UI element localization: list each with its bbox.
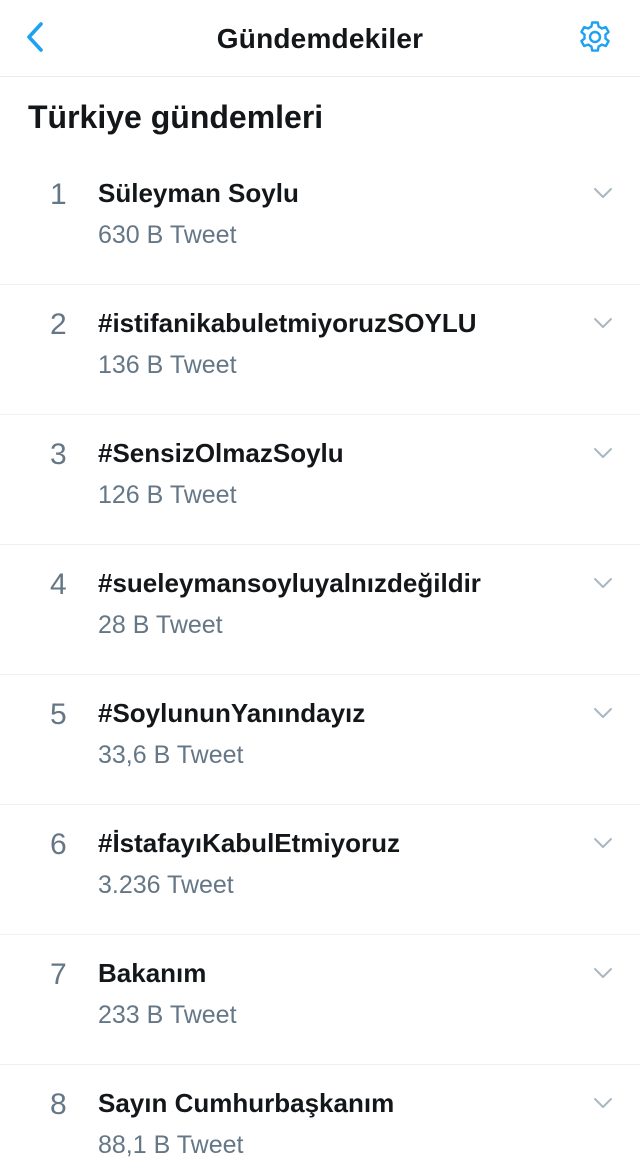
page-title: Gündemdekiler [216, 23, 424, 54]
trend-row[interactable]: 2 #istifanikabuletmiyoruzSOYLU 136 B Twe… [0, 285, 640, 415]
chevron-down-icon[interactable] [592, 445, 614, 461]
trend-row[interactable]: 3 #SensizOlmazSoylu 126 B Tweet [0, 415, 640, 545]
trends-screen: Gündemdekiler Türkiye gündemleri 1 Süley… [0, 0, 640, 1160]
trend-row[interactable]: 5 #SoylununYanındayız 33,6 B Tweet [0, 675, 640, 805]
trend-row[interactable]: 1 Süleyman Soylu 630 B Tweet [0, 155, 640, 285]
chevron-down-icon[interactable] [592, 315, 614, 331]
trend-rank: 3 [50, 438, 67, 471]
trend-rank: 5 [50, 698, 67, 731]
trend-name[interactable]: #SoylununYanındayız [98, 693, 365, 733]
trend-row[interactable]: 8 Sayın Cumhurbaşkanım 88,1 B Tweet [0, 1065, 640, 1160]
chevron-left-icon [25, 21, 45, 58]
trend-name[interactable]: Sayın Cumhurbaşkanım [98, 1083, 394, 1123]
trend-row[interactable]: 4 #sueleymansoyluyalnızdeğildir 28 B Twe… [0, 545, 640, 675]
gear-icon [577, 19, 613, 60]
trend-name[interactable]: #İstafayıKabulEtmiyoruz [98, 823, 400, 863]
chevron-down-icon[interactable] [592, 835, 614, 851]
trend-rank: 4 [50, 568, 67, 601]
chevron-down-icon[interactable] [592, 185, 614, 201]
trend-name[interactable]: #SensizOlmazSoylu [98, 433, 344, 473]
settings-button[interactable] [576, 20, 614, 58]
chevron-down-icon[interactable] [592, 1095, 614, 1111]
trend-tweet-count: 136 B Tweet [98, 351, 237, 379]
trend-name[interactable]: #istifanikabuletmiyoruzSOYLU [98, 303, 477, 343]
trend-tweet-count: 630 B Tweet [98, 221, 237, 249]
navigation-bar: Gündemdekiler [0, 0, 640, 77]
chevron-down-icon[interactable] [592, 705, 614, 721]
trend-row[interactable]: 6 #İstafayıKabulEtmiyoruz 3.236 Tweet [0, 805, 640, 935]
trend-tweet-count: 33,6 B Tweet [98, 741, 244, 769]
trend-tweet-count: 88,1 B Tweet [98, 1131, 244, 1159]
trend-tweet-count: 233 B Tweet [98, 1001, 237, 1029]
trend-name[interactable]: Süleyman Soylu [98, 173, 299, 213]
chevron-down-icon[interactable] [592, 965, 614, 981]
trend-tweet-count: 126 B Tweet [98, 481, 237, 509]
trend-rank: 2 [50, 308, 67, 341]
trend-row[interactable]: 7 Bakanım 233 B Tweet [0, 935, 640, 1065]
chevron-down-icon[interactable] [592, 575, 614, 591]
trend-list: 1 Süleyman Soylu 630 B Tweet 2 #istifani… [0, 155, 640, 1160]
trend-tweet-count: 28 B Tweet [98, 611, 223, 639]
section-heading: Türkiye gündemleri [28, 99, 324, 135]
back-button[interactable] [18, 20, 52, 58]
trend-rank: 7 [50, 958, 67, 991]
trend-name[interactable]: Bakanım [98, 953, 206, 993]
trend-rank: 1 [50, 178, 67, 211]
trend-rank: 6 [50, 828, 67, 861]
trend-rank: 8 [50, 1088, 67, 1121]
trend-tweet-count: 3.236 Tweet [98, 871, 234, 899]
trend-name[interactable]: #sueleymansoyluyalnızdeğildir [98, 563, 481, 603]
